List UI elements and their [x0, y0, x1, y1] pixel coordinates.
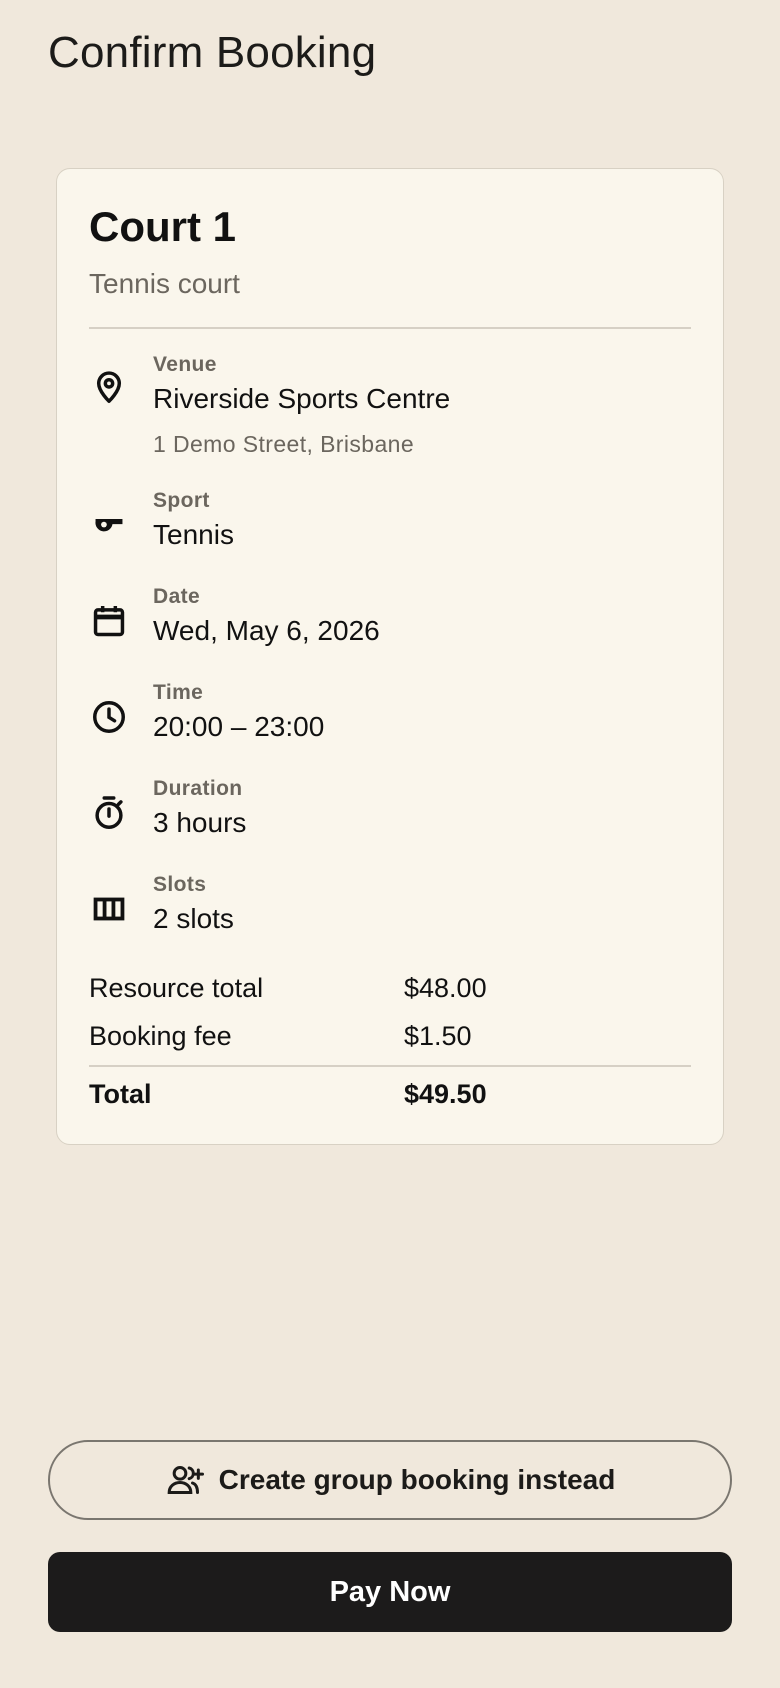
- calendar-icon: [89, 601, 129, 641]
- price-value: $48.00: [404, 973, 487, 1003]
- pay-now-label: Pay Now: [329, 1575, 451, 1608]
- detail-value: Wed, May 6, 2026: [153, 615, 380, 646]
- detail-venue: Venue Riverside Sports Centre 1 Demo Str…: [89, 353, 691, 463]
- detail-value: 20:00 – 23:00: [153, 711, 325, 742]
- detail-value: Riverside Sports Centre: [153, 383, 451, 414]
- create-group-booking-button[interactable]: Create group booking instead: [48, 1440, 732, 1520]
- detail-slots: Slots 2 slots: [89, 873, 691, 943]
- detail-label: Time: [153, 681, 204, 704]
- price-divider: [89, 1065, 691, 1067]
- location-pin-icon: [89, 367, 129, 407]
- detail-value: 2 slots: [153, 903, 234, 934]
- create-group-booking-label: Create group booking instead: [218, 1464, 616, 1495]
- resource-name: Court 1: [89, 203, 236, 250]
- total-label: Total: [89, 1079, 152, 1109]
- detail-label: Venue: [153, 353, 217, 376]
- total-value: $49.50: [404, 1079, 487, 1109]
- add-group-icon: [165, 1460, 205, 1500]
- detail-duration: Duration 3 hours: [89, 777, 691, 847]
- detail-label: Sport: [153, 489, 210, 512]
- price-row-booking-fee: Booking fee $1.50: [89, 1021, 691, 1057]
- pay-now-button[interactable]: Pay Now: [48, 1552, 732, 1632]
- booking-summary-card: Court 1 Tennis court Venue Riverside Spo…: [56, 168, 724, 1145]
- detail-label: Duration: [153, 777, 243, 800]
- detail-date: Date Wed, May 6, 2026: [89, 585, 691, 655]
- detail-value: 3 hours: [153, 807, 247, 838]
- price-row-total: Total $49.50: [89, 1079, 691, 1115]
- page-title: Confirm Booking: [48, 28, 377, 77]
- detail-label: Date: [153, 585, 201, 608]
- price-row-resource-total: Resource total $48.00: [89, 973, 691, 1009]
- detail-label: Slots: [153, 873, 207, 896]
- detail-sport: Sport Tennis: [89, 489, 691, 559]
- venue-address: 1 Demo Street, Brisbane: [153, 431, 415, 457]
- price-label: Booking fee: [89, 1021, 232, 1051]
- stopwatch-icon: [89, 793, 129, 833]
- card-divider: [89, 327, 691, 329]
- slots-icon: [89, 889, 129, 929]
- detail-time: Time 20:00 – 23:00: [89, 681, 691, 751]
- price-value: $1.50: [404, 1021, 472, 1051]
- confirm-booking-screen: Confirm Booking Court 1 Tennis court Ven…: [0, 0, 780, 1688]
- whistle-icon: [89, 503, 129, 543]
- clock-icon: [89, 697, 129, 737]
- detail-value: Tennis: [153, 519, 234, 550]
- resource-type: Tennis court: [89, 268, 240, 299]
- price-label: Resource total: [89, 973, 264, 1003]
